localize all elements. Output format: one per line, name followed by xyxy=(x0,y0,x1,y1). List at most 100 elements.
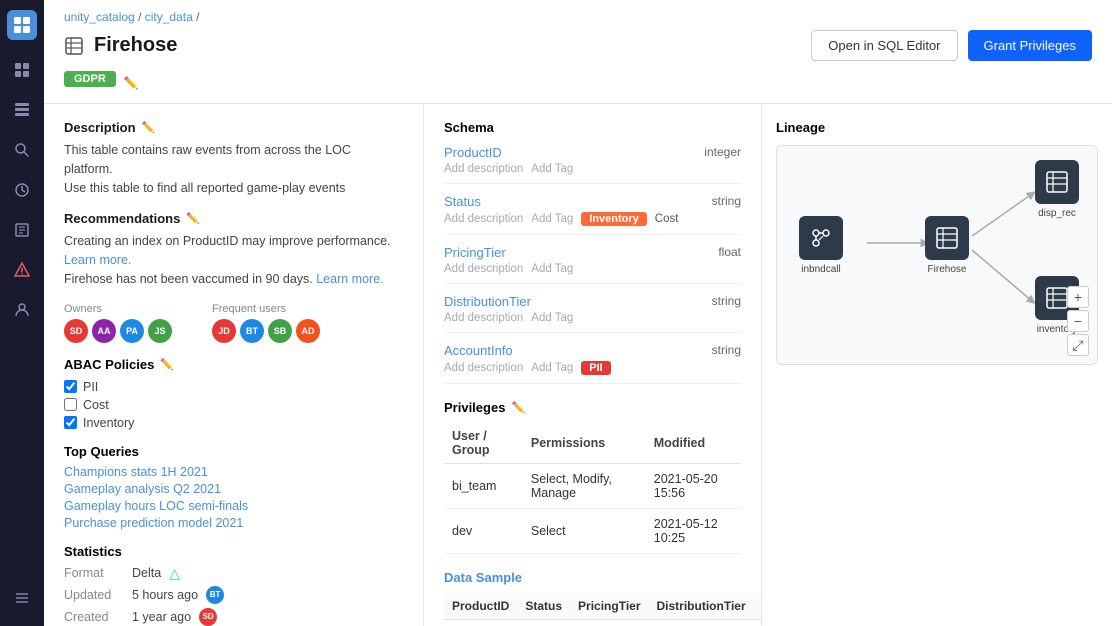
query-link-3[interactable]: Gameplay hours LOC semi-finals xyxy=(64,499,403,513)
sidebar xyxy=(0,0,44,626)
field-name-pricingtier[interactable]: PricingTier xyxy=(444,245,506,260)
avatar[interactable]: AA xyxy=(92,319,116,343)
abac-cost-checkbox[interactable] xyxy=(64,398,77,411)
field-name-accountinfo[interactable]: AccountInfo xyxy=(444,343,513,358)
rec-learn-more-1[interactable]: Learn more. xyxy=(64,253,131,267)
priv-user-biteam: bi_team xyxy=(444,464,523,509)
abac-policies-title: ABAC Policies ✏️ xyxy=(64,357,403,372)
sample-status: active xyxy=(517,620,570,626)
avatar[interactable]: SD xyxy=(64,319,88,343)
sidebar-item-catalog[interactable] xyxy=(4,92,40,128)
avatar[interactable]: BT xyxy=(240,319,264,343)
priv-row-dev: dev Select 2021-05-12 10:25 xyxy=(444,509,741,554)
sidebar-item-history[interactable] xyxy=(4,172,40,208)
inbndcall-box xyxy=(799,216,843,260)
data-sample-title: Data Sample xyxy=(444,570,741,585)
frequent-users-group: Frequent users JD BT SB AD xyxy=(212,303,320,343)
created-avatar[interactable]: SD xyxy=(199,608,217,626)
center-panel: Schema ProductIDinteger Add description … xyxy=(424,104,762,626)
breadcrumb: unity_catalog / city_data / xyxy=(64,10,1092,24)
sample-pricingtier: P1 xyxy=(570,620,648,626)
sidebar-item-settings[interactable] xyxy=(4,580,40,616)
abac-cost-row: Cost xyxy=(64,398,403,412)
schema-row-accountinfo: AccountInfostring Add description Add Ta… xyxy=(444,343,741,384)
top-queries-title: Top Queries xyxy=(64,444,403,459)
description-text: This table contains raw events from acro… xyxy=(64,141,403,197)
privileges-table: User / Group Permissions Modified bi_tea… xyxy=(444,423,741,554)
frequent-users-avatars: JD BT SB AD xyxy=(212,319,320,343)
lineage-canvas[interactable]: inbndcall Firehose xyxy=(776,145,1098,365)
lineage-node-inbndcall[interactable]: inbndcall xyxy=(799,216,843,275)
rec-learn-more-2[interactable]: Learn more. xyxy=(316,272,383,286)
avatar[interactable]: PA xyxy=(120,319,144,343)
query-link-2[interactable]: Gameplay analysis Q2 2021 xyxy=(64,482,403,496)
firehose-box xyxy=(925,216,969,260)
schema-row-status: Statusstring Add description Add Tag Inv… xyxy=(444,194,741,235)
schema-row-productid: ProductIDinteger Add description Add Tag xyxy=(444,145,741,184)
title-actions: Open in SQL Editor Grant Privileges xyxy=(811,30,1092,61)
inventory-badge: Inventory xyxy=(581,212,647,226)
updated-avatar[interactable]: BT xyxy=(206,586,224,604)
lineage-node-disp-rec[interactable]: disp_rec xyxy=(1035,160,1079,219)
priv-perms-biteam: Select, Modify, Manage xyxy=(523,464,646,509)
query-link-4[interactable]: Purchase prediction model 2021 xyxy=(64,516,403,530)
abac-inventory-checkbox[interactable] xyxy=(64,416,77,429)
sidebar-item-grid[interactable] xyxy=(4,52,40,88)
priv-perms-dev: Select xyxy=(523,509,646,554)
priv-col-user: User / Group xyxy=(444,423,523,464)
avatar[interactable]: AD xyxy=(296,319,320,343)
schema-row-pricingtier: PricingTierfloat Add description Add Tag xyxy=(444,245,741,284)
grant-privileges-button[interactable]: Grant Privileges xyxy=(968,30,1092,61)
disp-rec-box xyxy=(1035,160,1079,204)
breadcrumb-unity-catalog[interactable]: unity_catalog xyxy=(64,10,135,24)
gdpr-edit-icon[interactable]: ✏️ xyxy=(124,76,139,90)
disp-rec-label: disp_rec xyxy=(1038,208,1076,219)
priv-modified-biteam: 2021-05-20 15:56 xyxy=(646,464,741,509)
description-edit-icon[interactable]: ✏️ xyxy=(142,121,156,134)
avatar[interactable]: JS xyxy=(148,319,172,343)
sample-productid: 135018 xyxy=(444,620,517,626)
open-sql-editor-button[interactable]: Open in SQL Editor xyxy=(811,30,957,61)
lineage-controls: + − ⤢ xyxy=(1067,286,1089,356)
pii-badge: PII xyxy=(581,361,610,375)
owners-label: Owners xyxy=(64,303,172,315)
page-title: Firehose xyxy=(94,34,177,57)
zoom-in-button[interactable]: + xyxy=(1067,286,1089,308)
recommendations-text: Creating an index on ProductID may impro… xyxy=(64,232,403,288)
content-area: Description ✏️ This table contains raw e… xyxy=(44,104,1112,626)
privileges-edit-icon[interactable]: ✏️ xyxy=(511,401,525,414)
sidebar-item-alerts[interactable] xyxy=(4,252,40,288)
breadcrumb-city-data[interactable]: city_data xyxy=(145,10,193,24)
sidebar-logo[interactable] xyxy=(7,10,37,40)
field-name-distributiontier[interactable]: DistributionTier xyxy=(444,294,531,309)
sidebar-item-governance[interactable] xyxy=(4,292,40,328)
avatar[interactable]: SB xyxy=(268,319,292,343)
owners-avatars: SD AA PA JS xyxy=(64,319,172,343)
header: unity_catalog / city_data / Firehose Ope xyxy=(44,0,1112,104)
query-link-1[interactable]: Champions stats 1H 2021 xyxy=(64,465,403,479)
avatar[interactable]: JD xyxy=(212,319,236,343)
delta-icon: △ xyxy=(169,565,180,582)
sidebar-item-pages[interactable] xyxy=(4,212,40,248)
abac-inventory-label: Inventory xyxy=(83,416,134,430)
schema-title: Schema xyxy=(444,120,741,135)
fit-view-button[interactable]: ⤢ xyxy=(1067,334,1089,356)
data-sample-table: ProductID Status PricingTier Distributio… xyxy=(444,593,762,626)
frequent-users-label: Frequent users xyxy=(212,303,320,315)
table-icon xyxy=(64,36,84,56)
recommendations-edit-icon[interactable]: ✏️ xyxy=(186,212,200,225)
sample-col-accountinfo: AccountInfo xyxy=(754,593,762,620)
lineage-node-firehose[interactable]: Firehose xyxy=(925,216,969,275)
zoom-out-button[interactable]: − xyxy=(1067,310,1089,332)
owners-row: Owners SD AA PA JS Frequent users JD BT … xyxy=(64,303,403,343)
main-area: unity_catalog / city_data / Firehose Ope xyxy=(44,0,1112,626)
recommendations-section-title: Recommendations ✏️ xyxy=(64,211,403,226)
field-name-productid[interactable]: ProductID xyxy=(444,145,502,160)
sidebar-item-search[interactable] xyxy=(4,132,40,168)
abac-inventory-row: Inventory xyxy=(64,416,403,430)
abac-pii-checkbox[interactable] xyxy=(64,380,77,393)
abac-edit-icon[interactable]: ✏️ xyxy=(160,358,174,371)
owners-group: Owners SD AA PA JS xyxy=(64,303,172,343)
field-name-status[interactable]: Status xyxy=(444,194,481,209)
sample-col-status: Status xyxy=(517,593,570,620)
